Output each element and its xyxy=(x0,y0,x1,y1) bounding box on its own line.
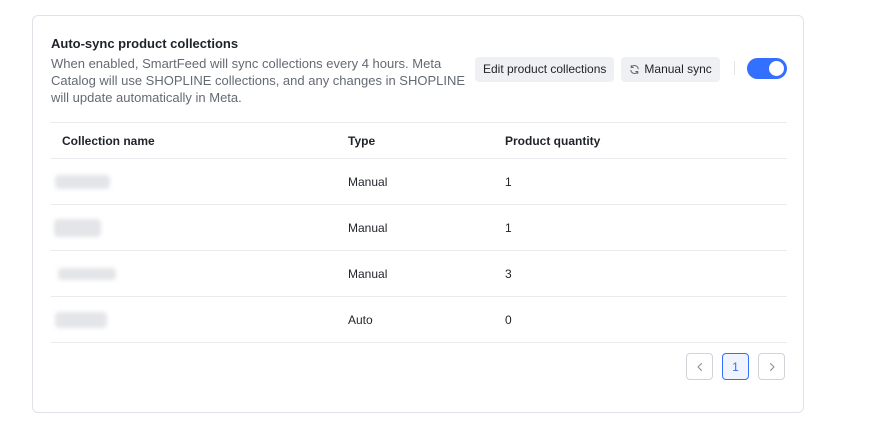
table-row: Auto 0 xyxy=(51,297,787,343)
actions-divider xyxy=(734,61,735,75)
section-description: When enabled, SmartFeed will sync collec… xyxy=(51,56,466,105)
edit-button-label: Edit product collections xyxy=(483,62,607,76)
auto-sync-card: Auto-sync product collections When enabl… xyxy=(32,15,804,413)
redacted-collection-name xyxy=(54,218,101,237)
sync-icon xyxy=(630,64,640,74)
edit-product-collections-button[interactable]: Edit product collections xyxy=(475,56,615,82)
quantity-cell: 3 xyxy=(505,266,512,281)
next-page-button[interactable] xyxy=(758,353,785,380)
section-title: Auto-sync product collections xyxy=(51,36,239,51)
table-row: Manual 1 xyxy=(51,205,787,251)
pagination: 1 xyxy=(686,353,785,380)
table-row: Manual 3 xyxy=(51,251,787,297)
column-header-type: Type xyxy=(348,133,376,148)
collection-name-cell xyxy=(55,297,107,342)
type-cell: Manual xyxy=(348,220,388,235)
table-header-row: Collection name Type Product quantity xyxy=(51,122,787,159)
header-actions: Edit product collections Manual sync xyxy=(475,56,720,82)
type-cell: Manual xyxy=(348,266,388,281)
table-row: Manual 1 xyxy=(51,159,787,205)
quantity-cell: 0 xyxy=(505,312,512,327)
type-cell: Manual xyxy=(348,174,388,189)
type-cell: Auto xyxy=(348,312,373,327)
quantity-cell: 1 xyxy=(505,220,512,235)
column-header-product-quantity: Product quantity xyxy=(505,133,601,148)
column-header-collection-name: Collection name xyxy=(62,133,155,148)
quantity-cell: 1 xyxy=(505,174,512,189)
chevron-right-icon xyxy=(769,362,775,371)
chevron-left-icon xyxy=(696,362,702,371)
collection-name-cell xyxy=(55,159,110,204)
collection-name-cell xyxy=(58,251,116,296)
manual-sync-label: Manual sync xyxy=(644,62,712,76)
toggle-knob xyxy=(769,61,784,76)
prev-page-button[interactable] xyxy=(686,353,713,380)
page-1-button[interactable]: 1 xyxy=(722,353,749,380)
redacted-collection-name xyxy=(58,267,116,280)
card-header: Auto-sync product collections When enabl… xyxy=(51,35,787,107)
collections-table: Collection name Type Product quantity Ma… xyxy=(51,122,787,343)
redacted-collection-name xyxy=(55,311,107,328)
manual-sync-button[interactable]: Manual sync xyxy=(621,56,720,82)
auto-sync-toggle[interactable] xyxy=(747,58,787,79)
collection-name-cell xyxy=(54,205,101,250)
redacted-collection-name xyxy=(55,174,110,189)
